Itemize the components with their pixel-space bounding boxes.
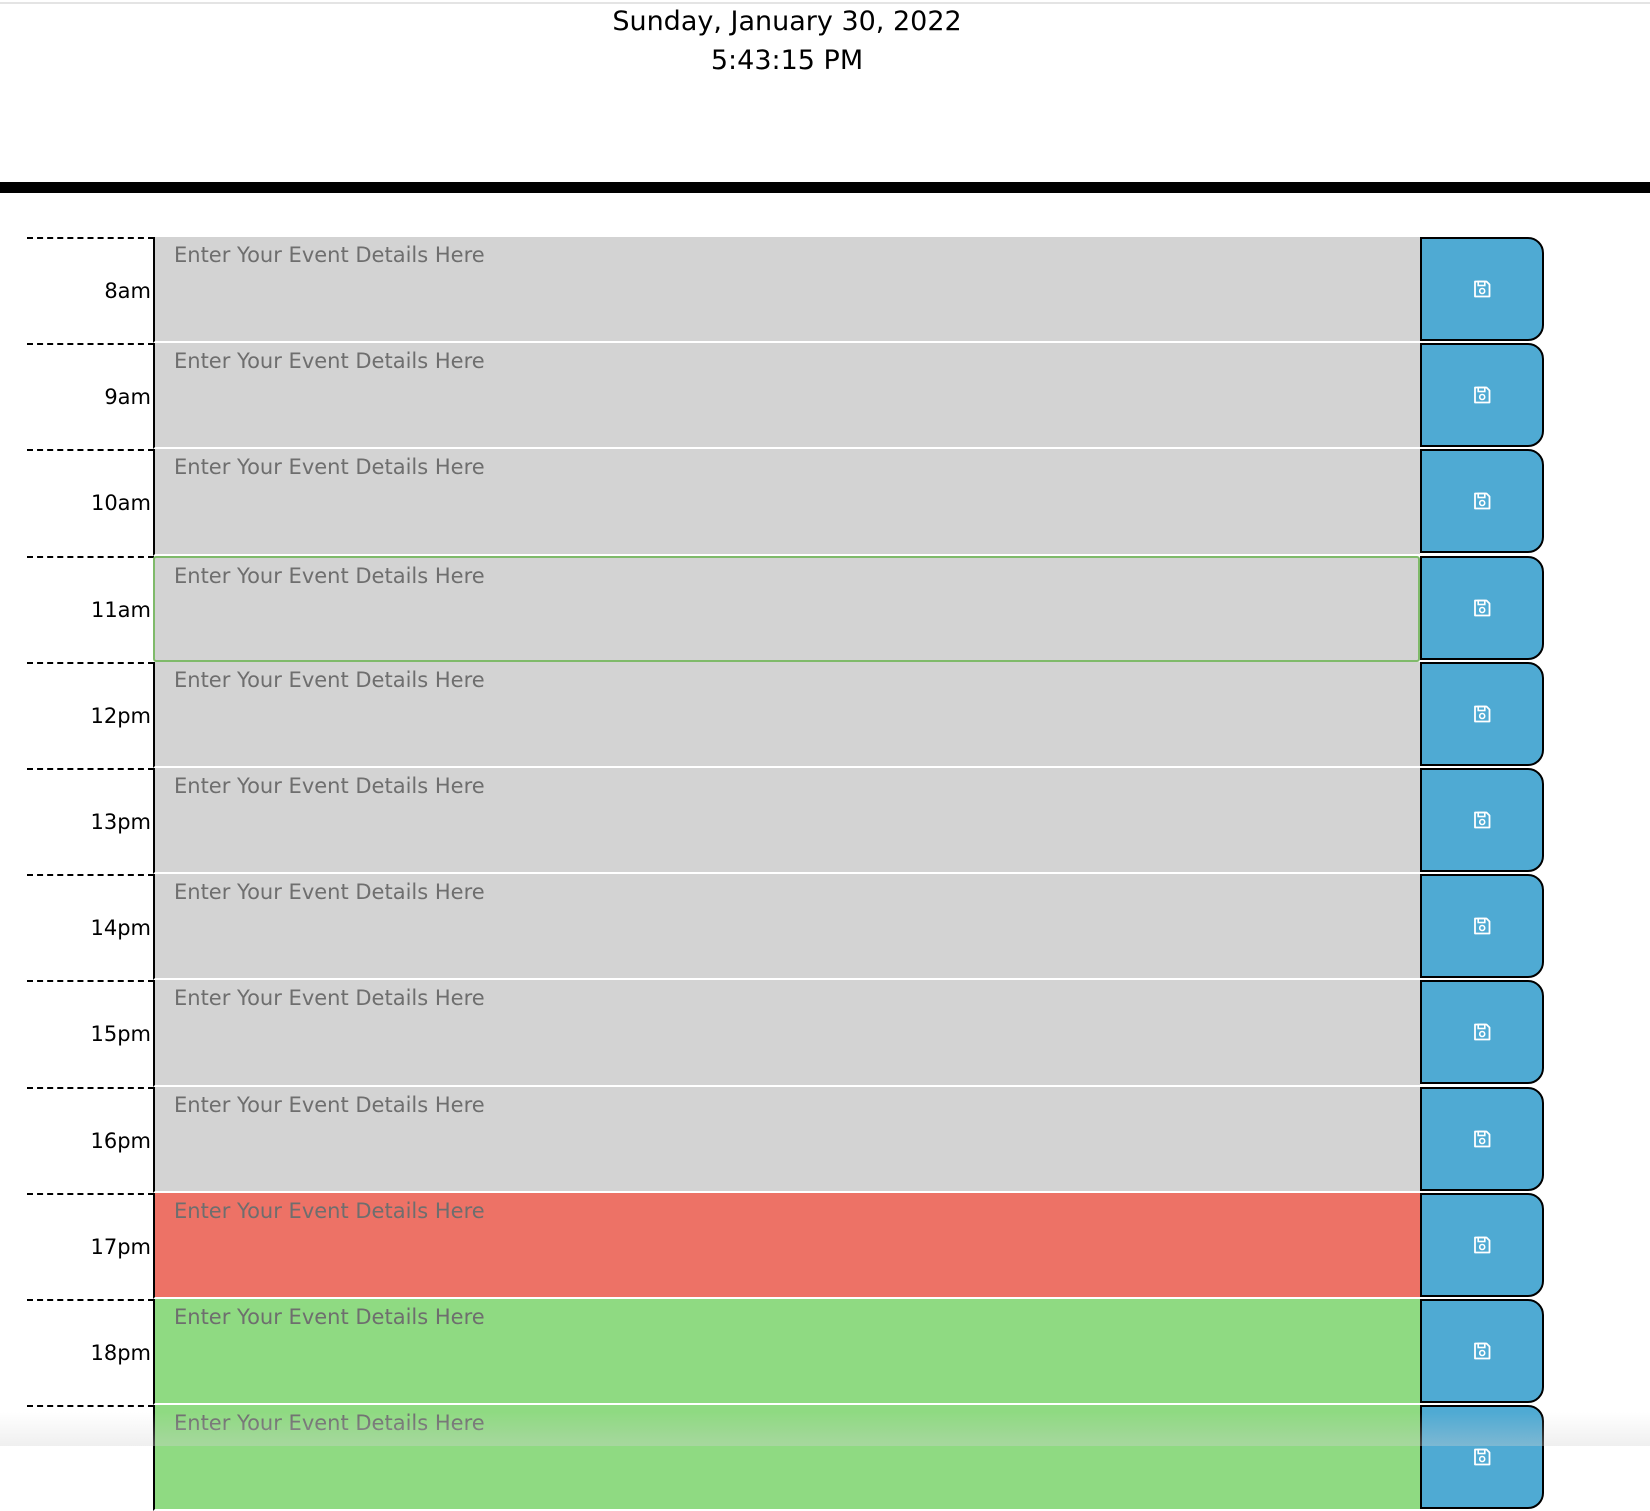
hour-label: 14pm [90,916,151,941]
floppy-disk-icon [1472,491,1492,511]
timeblock-row: 18pm [27,1298,1547,1406]
hour-label: 8am [104,279,151,303]
event-textarea[interactable] [153,1192,1420,1299]
floppy-disk-icon [1472,1341,1492,1361]
timeblock-list: 8am 9am 10am 11am 12pm 13pm 14pm 15pm 16pm 17pm 18… [27,237,1547,1511]
hour-label-cell: 14pm [27,874,154,980]
timeblock-row: 10am [27,449,1547,556]
floppy-disk-icon [1472,810,1492,830]
hour-label-cell: 9am [27,343,154,449]
event-textarea[interactable] [153,555,1420,662]
floppy-disk-icon [1472,385,1492,405]
floppy-disk-icon [1472,916,1492,936]
event-textarea[interactable] [153,767,1420,875]
hour-label-cell: 15pm [27,980,154,1086]
hour-label-cell: 11am [27,555,154,662]
hour-label: 11am [90,597,151,622]
event-textarea[interactable] [153,1086,1420,1193]
save-button[interactable] [1420,343,1544,448]
hour-label-cell: 8am [27,237,154,343]
hour-label: 15pm [90,1022,151,1047]
event-textarea[interactable] [153,1298,1420,1406]
floppy-disk-icon [1472,704,1492,724]
timeblock-row: 8am [27,237,1547,344]
floppy-disk-icon [1472,598,1492,618]
floppy-disk-icon [1472,1022,1492,1042]
event-textarea[interactable] [153,237,1420,344]
event-textarea[interactable] [153,874,1420,981]
save-button[interactable] [1420,237,1544,341]
current-time: 5:43:15 PM [710,45,864,76]
save-button[interactable] [1420,449,1544,554]
hour-label: 17pm [90,1234,151,1259]
floppy-disk-icon [1472,279,1492,299]
page-header: Sunday, January 30, 2022 5:43:15 PM [0,0,1574,180]
timeblock-row [27,1405,1547,1511]
header-divider [0,182,1650,193]
hour-label-cell: 18pm [27,1298,154,1405]
timeblock-row: 14pm [27,874,1547,981]
hour-label-cell: 16pm [27,1086,154,1193]
event-textarea[interactable] [153,449,1420,556]
hour-label-cell: 13pm [27,767,154,874]
timeblock-row: 12pm [27,661,1547,768]
hour-label: 10am [90,491,151,516]
timeblock-row: 9am [27,343,1547,450]
event-textarea[interactable] [153,980,1420,1087]
timeblock-row: 11am [27,555,1547,662]
timeblock-row: 13pm [27,767,1547,875]
save-button[interactable] [1420,980,1544,1085]
hour-label-cell: 12pm [27,661,154,768]
hour-label-cell: 10am [27,449,154,555]
hour-label: 9am [104,385,151,410]
save-button[interactable] [1420,1192,1544,1297]
floppy-disk-icon [1472,1129,1492,1149]
event-textarea[interactable] [153,343,1420,450]
save-button[interactable] [1420,1405,1544,1510]
hour-label: 13pm [90,809,151,834]
timeblock-row: 15pm [27,980,1547,1087]
hour-label: 18pm [90,1340,151,1365]
timeblock-row: 17pm [27,1192,1547,1299]
save-button[interactable] [1420,767,1544,872]
hour-label-cell: 17pm [27,1192,154,1299]
floppy-disk-icon [1472,1235,1492,1255]
timeblock-row: 16pm [27,1086,1547,1193]
save-button[interactable] [1420,555,1544,660]
hour-label: 12pm [90,703,151,728]
hour-label-cell [27,1405,154,1511]
save-button[interactable] [1420,874,1544,979]
event-textarea[interactable] [153,1405,1420,1511]
floppy-disk-icon [1472,1447,1492,1467]
save-button[interactable] [1420,1298,1544,1403]
hour-label: 16pm [90,1128,151,1153]
save-button[interactable] [1420,1086,1544,1191]
event-textarea[interactable] [153,661,1420,768]
save-button[interactable] [1420,661,1544,766]
current-date: Sunday, January 30, 2022 [612,6,962,37]
